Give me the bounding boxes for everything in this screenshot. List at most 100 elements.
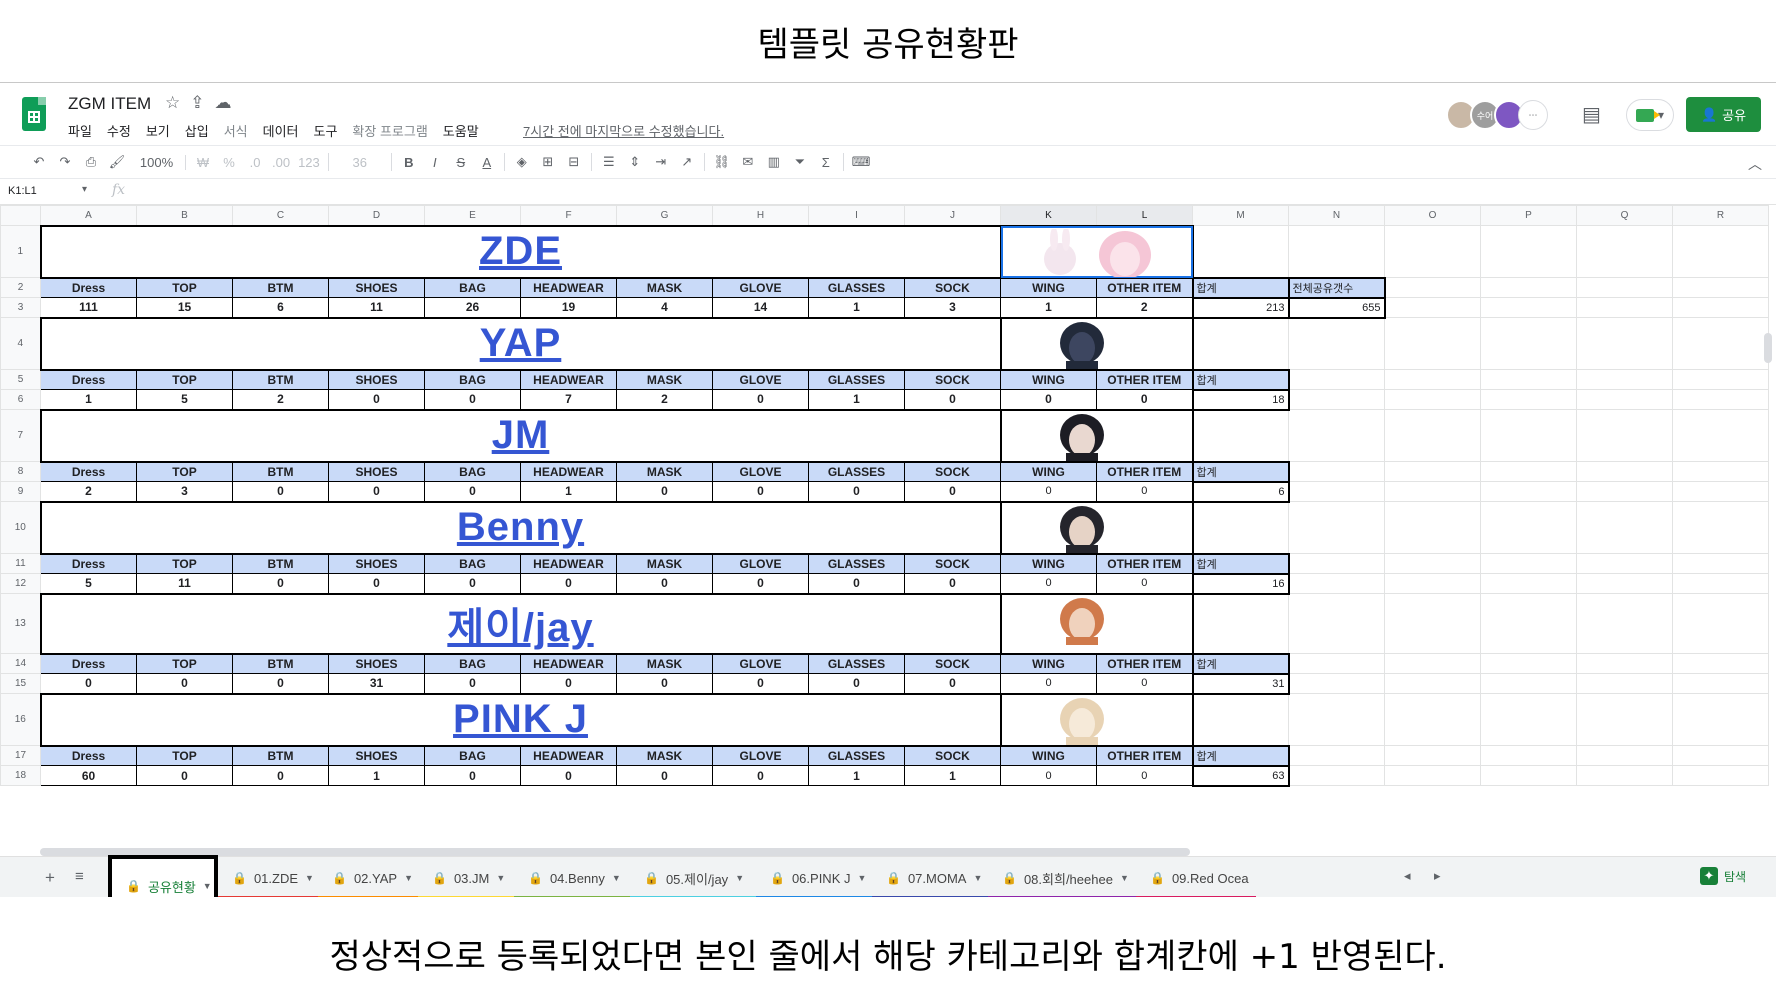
empty-cell[interactable] bbox=[1384, 653, 1481, 674]
column-header-r[interactable]: R bbox=[1672, 205, 1769, 226]
empty-cell[interactable] bbox=[1672, 225, 1769, 278]
category-label[interactable]: OTHER ITEM bbox=[1096, 461, 1193, 482]
empty-cell[interactable] bbox=[1288, 461, 1385, 482]
menu-format[interactable]: 서식 bbox=[224, 121, 248, 140]
category-count[interactable]: 0 bbox=[904, 673, 1001, 694]
column-header-f[interactable]: F bbox=[520, 205, 617, 226]
name-box[interactable]: K1:L1 bbox=[8, 185, 37, 197]
column-header-p[interactable]: P bbox=[1480, 205, 1577, 226]
category-label[interactable]: MASK bbox=[616, 277, 713, 298]
sum-label[interactable]: 합계 bbox=[1191, 552, 1290, 575]
member-banner-cell[interactable]: 제이/jay bbox=[39, 592, 1002, 655]
category-label[interactable]: HEADWEAR bbox=[520, 745, 617, 766]
chevron-down-icon[interactable]: ▼ bbox=[305, 873, 314, 883]
category-label[interactable]: WING bbox=[1000, 277, 1097, 298]
empty-cell[interactable] bbox=[1384, 481, 1481, 502]
sheet-tab[interactable]: 🔒 06.PINK J ▼ bbox=[756, 857, 872, 897]
category-label[interactable]: BTM bbox=[232, 553, 329, 574]
category-label[interactable]: MASK bbox=[616, 369, 713, 390]
category-label[interactable]: BTM bbox=[232, 653, 329, 674]
column-header-c[interactable]: C bbox=[232, 205, 329, 226]
sheet-tab[interactable]: 🔒 07.MOMA ▼ bbox=[872, 857, 988, 897]
category-label[interactable]: Dress bbox=[40, 745, 137, 766]
row-header[interactable]: 8 bbox=[0, 461, 41, 482]
category-count[interactable]: 0 bbox=[424, 481, 521, 502]
empty-cell[interactable] bbox=[1192, 501, 1289, 554]
empty-cell[interactable] bbox=[1576, 553, 1673, 574]
collapse-toolbar-icon[interactable]: ︿ bbox=[1748, 154, 1762, 174]
empty-cell[interactable] bbox=[1576, 765, 1673, 786]
category-label[interactable]: SOCK bbox=[904, 553, 1001, 574]
empty-cell[interactable] bbox=[1576, 573, 1673, 594]
menu-file[interactable]: 파일 bbox=[68, 121, 92, 140]
category-count[interactable]: 0 bbox=[1096, 389, 1193, 410]
row-header[interactable]: 15 bbox=[0, 673, 41, 694]
bold-icon[interactable]: B bbox=[400, 155, 418, 170]
category-count[interactable]: 0 bbox=[424, 765, 521, 786]
empty-cell[interactable] bbox=[1384, 297, 1481, 318]
member-portrait-cell[interactable] bbox=[1000, 500, 1194, 555]
empty-cell[interactable] bbox=[1576, 277, 1673, 298]
category-count[interactable]: 0 bbox=[328, 389, 425, 410]
category-label[interactable]: BTM bbox=[232, 745, 329, 766]
category-label[interactable]: Dress bbox=[40, 553, 137, 574]
category-label[interactable]: GLASSES bbox=[808, 745, 905, 766]
sum-label[interactable]: 합계 bbox=[1191, 460, 1290, 483]
empty-cell[interactable] bbox=[1288, 745, 1385, 766]
chevron-down-icon[interactable]: ▼ bbox=[973, 873, 982, 883]
empty-cell[interactable] bbox=[1288, 693, 1385, 746]
empty-cell[interactable] bbox=[1288, 765, 1385, 786]
category-count[interactable]: 0 bbox=[136, 765, 233, 786]
empty-cell[interactable] bbox=[1384, 573, 1481, 594]
sheet-tab[interactable]: 🔒 05.제이/jay ▼ bbox=[630, 857, 756, 897]
category-label[interactable]: Dress bbox=[40, 653, 137, 674]
category-label[interactable]: MASK bbox=[616, 653, 713, 674]
empty-cell[interactable] bbox=[1576, 501, 1673, 554]
empty-cell[interactable] bbox=[1576, 369, 1673, 390]
category-count[interactable]: 0 bbox=[1000, 389, 1097, 410]
scroll-tabs-right-icon[interactable]: ▸ bbox=[1434, 868, 1441, 884]
empty-cell[interactable] bbox=[1480, 409, 1577, 462]
chevron-down-icon[interactable]: ▼ bbox=[1120, 873, 1129, 883]
empty-cell[interactable] bbox=[1288, 593, 1385, 654]
category-label[interactable]: Dress bbox=[40, 277, 137, 298]
row-header[interactable]: 3 bbox=[0, 297, 41, 318]
category-label[interactable]: BAG bbox=[424, 277, 521, 298]
text-color-icon[interactable]: A bbox=[478, 155, 496, 170]
member-portrait-cell[interactable] bbox=[1000, 592, 1194, 655]
member-banner-cell[interactable]: PINK J bbox=[39, 692, 1002, 747]
category-count[interactable]: 0 bbox=[616, 573, 713, 594]
sheet-tab[interactable]: 🔒 01.ZDE ▼ bbox=[218, 857, 318, 897]
category-count[interactable]: 0 bbox=[1000, 481, 1097, 502]
empty-cell[interactable] bbox=[1672, 317, 1769, 370]
category-count[interactable]: 3 bbox=[904, 297, 1001, 318]
category-count[interactable]: 1 bbox=[1000, 297, 1097, 318]
menu-tools[interactable]: 도구 bbox=[314, 121, 338, 140]
sheet-tab[interactable]: 🔒 공유현황 ▼ bbox=[108, 855, 218, 897]
empty-cell[interactable] bbox=[1480, 277, 1577, 298]
text-rotate-icon[interactable]: ↗ bbox=[678, 154, 696, 170]
sheet-tab[interactable]: 🔒 08.회희/heehee ▼ bbox=[988, 857, 1136, 897]
empty-cell[interactable] bbox=[1288, 573, 1385, 594]
category-count[interactable]: 0 bbox=[616, 481, 713, 502]
empty-cell[interactable] bbox=[1480, 653, 1577, 674]
sheet-tab[interactable]: 🔒 03.JM ▼ bbox=[418, 857, 514, 897]
meet-button[interactable]: ▾ bbox=[1626, 99, 1674, 131]
empty-cell[interactable] bbox=[1576, 389, 1673, 410]
category-count[interactable]: 0 bbox=[232, 765, 329, 786]
empty-cell[interactable] bbox=[1288, 481, 1385, 502]
insert-link-icon[interactable]: ⛓ bbox=[713, 154, 731, 170]
category-label[interactable]: WING bbox=[1000, 553, 1097, 574]
empty-cell[interactable] bbox=[1384, 225, 1481, 278]
empty-cell[interactable] bbox=[1288, 553, 1385, 574]
row-header[interactable]: 12 bbox=[0, 573, 41, 594]
category-count[interactable]: 11 bbox=[328, 297, 425, 318]
empty-cell[interactable] bbox=[1480, 369, 1577, 390]
category-label[interactable]: GLOVE bbox=[712, 461, 809, 482]
menu-help[interactable]: 도움말 bbox=[443, 121, 479, 140]
empty-cell[interactable] bbox=[1288, 501, 1385, 554]
empty-cell[interactable] bbox=[1672, 573, 1769, 594]
chevron-down-icon[interactable]: ▼ bbox=[735, 873, 744, 883]
explore-button[interactable]: ✦ 탐색 bbox=[1700, 867, 1746, 885]
empty-cell[interactable] bbox=[1384, 593, 1481, 654]
